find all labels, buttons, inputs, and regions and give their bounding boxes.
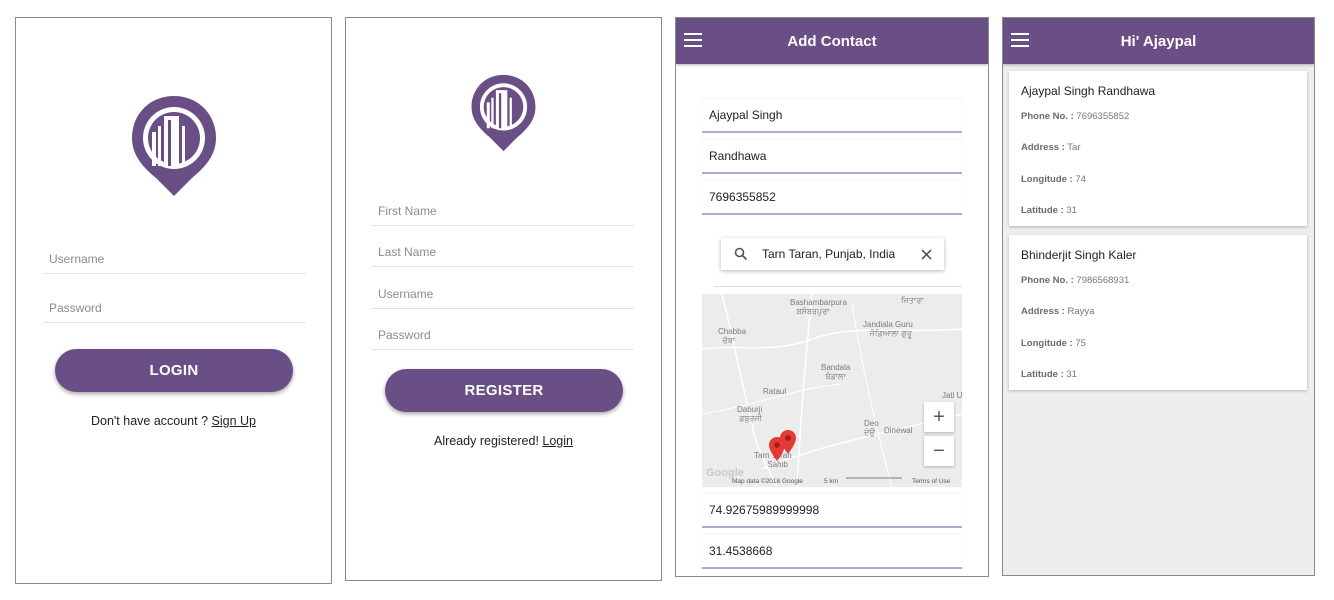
signup-prompt-text: Don't have account ? xyxy=(90,414,212,428)
latitude-value: 31.4538668 xyxy=(709,544,773,558)
login-prompt: Already registered! Login xyxy=(346,434,661,448)
map-label: Dinewal xyxy=(884,426,913,435)
first-name-value: Ajaypal Singh xyxy=(709,108,783,122)
username-field[interactable]: Username xyxy=(43,244,306,274)
first-name-placeholder: First Name xyxy=(378,203,437,218)
map-label: Daburji ਡਬੁਰਜੀ xyxy=(737,405,763,423)
map-pin-icon xyxy=(769,437,785,461)
map-label: Jandiala Guru ਜੰਡਿਆਲਾ ਗੁਰੂ xyxy=(863,320,913,338)
username-field[interactable]: Username xyxy=(372,279,634,309)
password-placeholder: Password xyxy=(378,327,431,342)
login-prompt-text: Already registered! xyxy=(434,434,543,448)
contact-latitude: Latitude : 31 xyxy=(1021,369,1077,380)
logo-pin-icon xyxy=(132,96,216,196)
contact-phone: Phone No. : 7986568931 xyxy=(1021,275,1130,286)
page-title: Hi' Ajaypal xyxy=(1120,32,1197,50)
contact-longitude: Longitude : 75 xyxy=(1021,338,1086,349)
location-search-value: Tarn Taran, Punjab, India xyxy=(762,247,896,261)
phone-value: 7696355852 xyxy=(709,190,776,204)
username-placeholder: Username xyxy=(49,251,105,266)
page-title: Add Contact xyxy=(787,32,877,50)
search-icon xyxy=(734,247,748,261)
last-name-placeholder: Last Name xyxy=(378,244,437,259)
map-label: Bashambarpura ਬਸੰਬਰਪੁਰਾ xyxy=(790,298,847,316)
password-placeholder: Password xyxy=(49,300,102,315)
close-icon[interactable] xyxy=(921,248,932,260)
contact-name: Ajaypal Singh Randhawa xyxy=(1021,84,1156,98)
map-view[interactable]: Bashambarpura ਬਸੰਬਰਪੁਰਾ ਜਿਤਾਰਾ Jandiala … xyxy=(702,294,962,487)
contact-address: Address : Tar xyxy=(1021,142,1081,153)
zoom-in-button[interactable]: + xyxy=(924,402,954,432)
app-bar: Hi' Ajaypal xyxy=(1003,18,1314,64)
login-link[interactable]: Login xyxy=(542,434,573,448)
latitude-input[interactable]: 31.4538668 xyxy=(702,535,962,569)
map-label: ਜਿਤਾਰਾ xyxy=(901,296,924,305)
first-name-field[interactable]: First Name xyxy=(372,196,634,226)
zoom-out-button[interactable]: − xyxy=(924,436,954,466)
password-field[interactable]: Password xyxy=(43,293,306,323)
last-name-value: Randhawa xyxy=(709,149,767,163)
phone-input[interactable]: 7696355852 xyxy=(702,181,962,215)
signup-prompt: Don't have account ? Sign Up xyxy=(16,414,331,428)
last-name-field[interactable]: Last Name xyxy=(372,237,634,267)
contact-card[interactable]: Ajaypal Singh Randhawa Phone No. : 76963… xyxy=(1009,71,1307,226)
map-roads xyxy=(702,294,962,487)
menu-icon[interactable] xyxy=(684,33,702,47)
contact-phone: Phone No. : 7696355852 xyxy=(1021,111,1130,122)
map-label: Rataul xyxy=(763,387,787,396)
map-terms-link[interactable]: Terms of Use xyxy=(912,478,950,485)
login-screen: Username Password LOGIN Don't have accou… xyxy=(15,17,332,584)
contact-address: Address : Rayya xyxy=(1021,306,1095,317)
longitude-value: 74.92675989999998 xyxy=(709,503,820,517)
contact-card[interactable]: Bhinderjit Singh Kaler Phone No. : 79865… xyxy=(1009,235,1307,390)
map-scale: 5 km xyxy=(824,478,839,485)
map-label: Jati U xyxy=(942,391,962,400)
contacts-screen: Hi' Ajaypal Ajaypal Singh Randhawa Phone… xyxy=(1002,17,1315,576)
app-bar: Add Contact xyxy=(676,18,988,64)
divider xyxy=(714,286,962,287)
location-search-input[interactable]: Tarn Taran, Punjab, India xyxy=(721,238,944,270)
contact-name: Bhinderjit Singh Kaler xyxy=(1021,248,1137,262)
map-attribution: Map data ©2018 Google xyxy=(732,478,803,485)
login-button[interactable]: LOGIN xyxy=(55,349,293,392)
logo-pin-icon xyxy=(471,74,536,152)
username-placeholder: Username xyxy=(378,286,434,301)
add-contact-screen: Add Contact Ajaypal Singh Randhawa 76963… xyxy=(675,17,989,577)
map-label: Bandala ਬੰਡਾਲਾ xyxy=(821,363,851,381)
signup-link[interactable]: Sign Up xyxy=(212,414,256,428)
password-field[interactable]: Password xyxy=(372,320,634,350)
register-button[interactable]: REGISTER xyxy=(385,369,623,412)
last-name-input[interactable]: Randhawa xyxy=(702,140,962,174)
contact-longitude: Longitude : 74 xyxy=(1021,174,1086,185)
first-name-input[interactable]: Ajaypal Singh xyxy=(702,99,962,133)
contact-latitude: Latitude : 31 xyxy=(1021,205,1077,216)
longitude-input[interactable]: 74.92675989999998 xyxy=(702,494,962,528)
menu-icon[interactable] xyxy=(1011,33,1029,47)
map-label: Deo ਦੇਉ xyxy=(864,419,879,437)
register-screen: First Name Last Name Username Password R… xyxy=(345,17,662,581)
map-label: Chabba ਚੱਬਾ xyxy=(718,327,747,345)
